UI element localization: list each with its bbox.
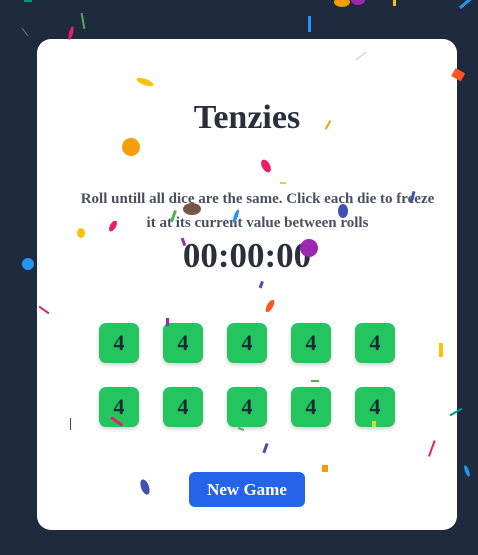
confetti-piece: [24, 0, 32, 2]
confetti-piece: [334, 0, 350, 7]
page-title: Tenzies: [193, 99, 301, 136]
confetti-piece: [393, 0, 396, 6]
confetti-piece: [21, 27, 29, 37]
die[interactable]: 4: [99, 323, 139, 363]
die[interactable]: 4: [355, 323, 395, 363]
confetti-piece: [351, 0, 365, 5]
die[interactable]: 4: [355, 387, 395, 427]
new-game-button[interactable]: New Game: [189, 472, 305, 507]
die[interactable]: 4: [163, 387, 203, 427]
game-card: Tenzies Roll untill all dice are the sam…: [37, 39, 457, 530]
confetti-piece: [464, 465, 470, 477]
confetti-piece: [22, 258, 34, 270]
instructions-text: Roll untill all dice are the same. Click…: [80, 191, 435, 231]
confetti-piece: [458, 0, 472, 10]
die[interactable]: 4: [227, 387, 267, 427]
die[interactable]: 4: [163, 323, 203, 363]
confetti-piece: [80, 12, 86, 30]
die[interactable]: 4: [99, 387, 139, 427]
die[interactable]: 4: [291, 323, 331, 363]
die[interactable]: 4: [291, 387, 331, 427]
dice-grid: 4 4 4 4 4 4 4 4 4 4: [99, 323, 395, 427]
die[interactable]: 4: [227, 323, 267, 363]
confetti-piece: [308, 16, 311, 32]
game-timer: 00:00:00: [182, 236, 312, 275]
